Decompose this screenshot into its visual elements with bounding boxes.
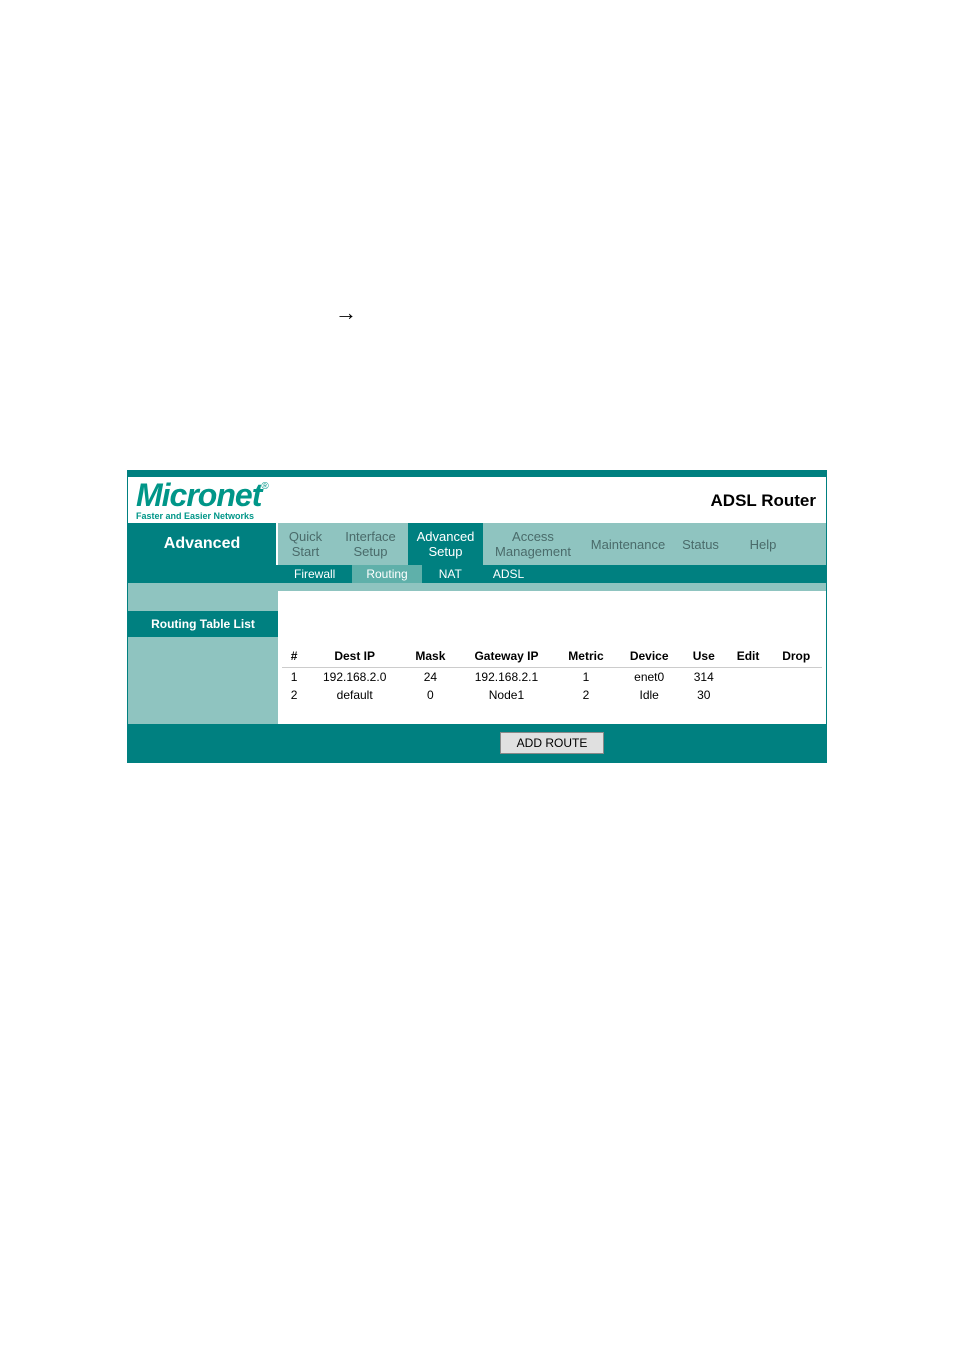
- section-title: Routing Table List: [128, 611, 278, 637]
- cell-use: 314: [682, 668, 726, 687]
- cell-metric: 2: [555, 686, 616, 704]
- cell-dest-ip: 192.168.2.0: [306, 668, 403, 687]
- cell-edit[interactable]: [726, 668, 771, 687]
- nav-advanced-setup[interactable]: Advanced Setup: [408, 523, 483, 565]
- cell-metric: 1: [555, 668, 616, 687]
- nav-status[interactable]: Status: [673, 523, 728, 565]
- routing-table: # Dest IP Mask Gateway IP Metric Device …: [282, 645, 822, 704]
- subnav-routing[interactable]: Routing: [352, 565, 421, 583]
- cell-edit[interactable]: [726, 686, 771, 704]
- col-mask: Mask: [403, 645, 457, 668]
- col-device: Device: [616, 645, 681, 668]
- cell-drop[interactable]: [770, 668, 822, 687]
- cell-mask: 0: [403, 686, 457, 704]
- subnav-firewall[interactable]: Firewall: [280, 565, 349, 583]
- sub-nav: Firewall Routing NAT ADSL: [128, 565, 826, 583]
- cell-gateway: Node1: [457, 686, 555, 704]
- col-drop: Drop: [770, 645, 822, 668]
- col-gateway: Gateway IP: [457, 645, 555, 668]
- subnav-adsl[interactable]: ADSL: [479, 565, 538, 583]
- cell-gateway: 192.168.2.1: [457, 668, 555, 687]
- nav-quick-start[interactable]: Quick Start: [278, 523, 333, 565]
- cell-drop[interactable]: [770, 686, 822, 704]
- cell-num: 1: [282, 668, 306, 687]
- nav-access-management[interactable]: Access Management: [483, 523, 583, 565]
- cell-device: enet0: [616, 668, 681, 687]
- col-dest-ip: Dest IP: [306, 645, 403, 668]
- col-edit: Edit: [726, 645, 771, 668]
- table-header-row: # Dest IP Mask Gateway IP Metric Device …: [282, 645, 822, 668]
- nav-interface-setup[interactable]: Interface Setup: [333, 523, 408, 565]
- cell-dest-ip: default: [306, 686, 403, 704]
- header-row: Micronet® Faster and Easier Networks ADS…: [128, 477, 826, 523]
- router-admin-panel: Micronet® Faster and Easier Networks ADS…: [127, 470, 827, 763]
- nav-maintenance[interactable]: Maintenance: [583, 523, 673, 565]
- table-row: 1 192.168.2.0 24 192.168.2.1 1 enet0 314: [282, 668, 822, 687]
- col-metric: Metric: [555, 645, 616, 668]
- brand-logo: Micronet® Faster and Easier Networks: [136, 481, 269, 521]
- logo-tagline: Faster and Easier Networks: [136, 511, 269, 521]
- table-row: 2 default 0 Node1 2 Idle 30: [282, 686, 822, 704]
- section-header-row: Routing Table List: [128, 611, 826, 637]
- cell-device: Idle: [616, 686, 681, 704]
- arrow-icon: →: [335, 300, 357, 326]
- nav-section-label: Advanced: [128, 523, 278, 565]
- cell-num: 2: [282, 686, 306, 704]
- cell-mask: 24: [403, 668, 457, 687]
- col-use: Use: [682, 645, 726, 668]
- action-row: ADD ROUTE: [128, 724, 826, 762]
- product-name: ADSL Router: [711, 491, 816, 511]
- subnav-nat[interactable]: NAT: [425, 565, 476, 583]
- main-nav: Advanced Quick Start Interface Setup Adv…: [128, 523, 826, 565]
- add-route-button[interactable]: ADD ROUTE: [500, 732, 605, 754]
- cell-use: 30: [682, 686, 726, 704]
- logo-mark: ®: [261, 481, 268, 492]
- routing-table-area: # Dest IP Mask Gateway IP Metric Device …: [128, 637, 826, 724]
- col-num: #: [282, 645, 306, 668]
- logo-brand: Micronet: [136, 477, 261, 513]
- nav-help[interactable]: Help: [728, 523, 798, 565]
